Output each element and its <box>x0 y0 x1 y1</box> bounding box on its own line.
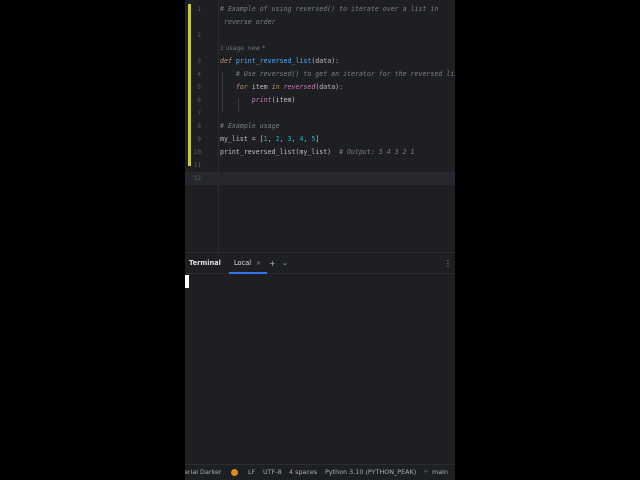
code-token: reversed <box>283 83 316 91</box>
code-text: # Example of using reversed() to iterate… <box>220 3 438 16</box>
tab-local-label: Local <box>234 259 252 267</box>
line-ending-widget[interactable]: LF <box>248 465 255 480</box>
code-token: (data): <box>311 57 340 65</box>
code-token: print_reversed_list(my_list) <box>220 148 340 156</box>
code-text: # Use reversed() to get an iterator for … <box>220 68 455 81</box>
code-token: item <box>251 83 272 91</box>
line-number: 8 <box>197 123 201 130</box>
code-line[interactable]: 6 print(item) <box>185 94 455 107</box>
code-token: , <box>279 135 288 143</box>
usage-hint[interactable]: 1 usage new * <box>220 45 265 52</box>
line-number: 5 <box>197 84 201 91</box>
code-line[interactable]: 2 <box>185 29 455 42</box>
code-line[interactable]: 5 for item in reversed(data): <box>185 81 455 94</box>
branch-icon: ⑂ <box>424 468 428 476</box>
code-line[interactable]: 10 print_reversed_list(my_list) # Output:… <box>185 146 455 159</box>
line-number: 6 <box>197 97 201 104</box>
line-number: 2 <box>197 32 201 39</box>
code-token: , <box>267 135 276 143</box>
terminal-output[interactable] <box>185 274 455 464</box>
code-line[interactable]: 1 usage new * <box>185 42 455 55</box>
code-token: # Output: 5 4 3 2 1 <box>339 148 415 156</box>
code-line[interactable]: 11 <box>185 159 455 172</box>
code-token: def <box>220 57 236 65</box>
code-line[interactable]: reverse order <box>185 16 455 29</box>
code-text: my_list = [1, 2, 3, 4, 5] <box>220 133 319 146</box>
code-text: def print_reversed_list(data): <box>220 55 339 68</box>
code-token: in <box>271 83 284 91</box>
status-dot-icon[interactable] <box>231 469 238 476</box>
code-line[interactable]: 7 <box>185 107 455 120</box>
code-text: print_reversed_list(my_list) # Output: 5… <box>220 146 415 159</box>
code-token: (item) <box>271 96 296 104</box>
code-token: # Use reversed() to get an iterator for … <box>220 70 455 78</box>
add-tab-icon[interactable]: + <box>269 253 276 274</box>
code-text: for item in reversed(data): <box>220 81 343 94</box>
code-token: # Example usage <box>220 122 280 130</box>
code-line[interactable]: 3 def print_reversed_list(data): <box>185 55 455 68</box>
code-token: print <box>251 96 272 104</box>
code-text: print(item) <box>220 94 296 107</box>
more-options-icon[interactable]: ⋮ <box>444 253 452 274</box>
line-number: 11 <box>193 162 201 169</box>
code-text: # Example usage <box>220 120 280 133</box>
ide-window: 1 # Example of using reversed() to iterat… <box>185 0 455 480</box>
line-number: 10 <box>193 149 201 156</box>
code-token: my_list = [ <box>220 135 264 143</box>
code-text: 1 usage new * <box>220 42 265 55</box>
code-line[interactable]: 12 <box>185 172 455 185</box>
code-token: print_reversed_list <box>235 57 312 65</box>
line-number: 7 <box>197 110 201 117</box>
terminal-title: Terminal <box>189 259 221 267</box>
code-token: reverse order <box>220 18 276 26</box>
code-token: (data): <box>315 83 344 91</box>
status-bar: erial Darker LF UTF-8 4 spaces Python 3.… <box>185 464 455 480</box>
line-number: 12 <box>193 175 201 182</box>
code-text: reverse order <box>220 16 276 29</box>
tab-local[interactable]: Local × <box>229 253 267 274</box>
code-line[interactable]: 9 my_list = [1, 2, 3, 4, 5] <box>185 133 455 146</box>
close-icon[interactable]: × <box>256 253 261 274</box>
code-line[interactable]: 1 # Example of using reversed() to iterat… <box>185 3 455 16</box>
indent-widget[interactable]: 4 spaces <box>289 465 317 480</box>
line-number: 3 <box>197 58 201 65</box>
code-line[interactable]: 4 # Use reversed() to get an iterator fo… <box>185 68 455 81</box>
terminal-cursor <box>185 275 189 288</box>
terminal-toolbar: Terminal Local × + ⌄ ⋮ <box>185 252 455 274</box>
line-number: 4 <box>197 71 201 78</box>
code-editor[interactable]: 1 # Example of using reversed() to iterat… <box>185 0 455 252</box>
line-number: 1 <box>197 6 201 13</box>
line-number: 9 <box>197 136 201 143</box>
code-line[interactable]: 8 # Example usage <box>185 120 455 133</box>
interpreter-widget[interactable]: Python 3.10 (PYTHON_PEAK) <box>325 465 416 480</box>
encoding-widget[interactable]: UTF-8 <box>263 465 282 480</box>
branch-widget[interactable]: main <box>432 465 448 480</box>
code-token: for <box>235 83 252 91</box>
chevron-down-icon[interactable]: ⌄ <box>282 253 288 274</box>
code-token: # Example of using reversed() to iterate… <box>220 5 439 13</box>
theme-widget[interactable]: erial Darker <box>185 465 222 480</box>
code-token: ] <box>315 135 320 143</box>
